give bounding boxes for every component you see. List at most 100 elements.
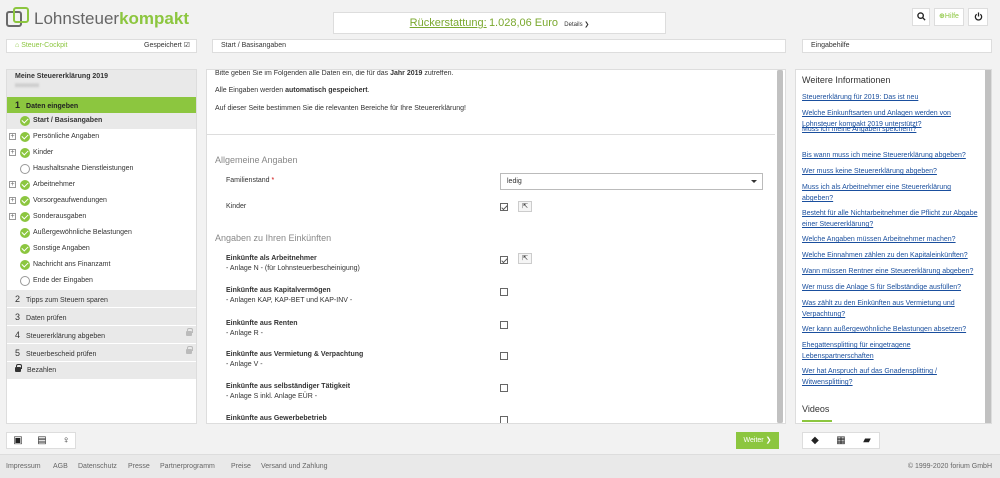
step-1-daten-eingeben[interactable]: 1 Daten eingeben [7, 97, 196, 113]
income-checkbox[interactable] [500, 352, 508, 360]
help-link[interactable]: Steuererklärung für 2019: Das ist neu [802, 92, 978, 103]
footer-link[interactable]: Datenschutz [78, 463, 117, 470]
logo-text-part1: Lohnsteuer [34, 9, 120, 28]
logo[interactable]: Lohnsteuerkompakt [6, 7, 189, 31]
search-button[interactable] [912, 8, 930, 26]
footer-link[interactable]: AGB [53, 463, 68, 470]
income-checkbox[interactable] [500, 256, 508, 264]
calculator-icon[interactable]: ▦ [834, 435, 848, 447]
sidebar-subitem[interactable]: Nachricht ans Finanzamt [7, 257, 196, 273]
sidebar-subitem[interactable]: Ende der Eingaben [7, 273, 196, 289]
monitor-icon[interactable]: ▣ [11, 435, 25, 447]
empty-circle-icon [20, 276, 30, 286]
expand-icon[interactable]: + [9, 181, 16, 188]
logo-text-part2: kompakt [119, 9, 189, 28]
sidebar-step[interactable]: 4 Steuererklärung abgeben [7, 325, 196, 343]
sidebar-subitem[interactable]: Außergewöhnliche Belastungen [7, 225, 196, 241]
share-kinder-button[interactable]: ⇱ [518, 201, 532, 212]
sidebar-subitem[interactable]: + Persönliche Angaben [7, 129, 196, 145]
help-link[interactable]: Welche Angaben müssen Arbeitnehmer mache… [802, 234, 978, 245]
income-checkbox[interactable] [500, 384, 508, 392]
sidebar-subitem-label: Sonderausgaben [33, 213, 87, 220]
power-icon [974, 12, 982, 21]
footer-link[interactable]: Preise [231, 463, 251, 470]
main-scrollbar-thumb[interactable] [777, 70, 783, 423]
expand-icon[interactable]: + [9, 149, 16, 156]
expand-icon[interactable]: + [9, 213, 16, 220]
income-checkbox[interactable] [500, 416, 508, 423]
income-checkbox[interactable] [500, 288, 508, 296]
sidebar-subitem[interactable]: + Vorsorgeaufwendungen [7, 193, 196, 209]
help-link[interactable]: Muss ich als Arbeitnehmer eine Steuererk… [802, 182, 978, 204]
videos-underline [802, 420, 832, 422]
refund-value: 1.028,06 Euro [488, 17, 559, 29]
share-income-button[interactable]: ⇱ [518, 253, 532, 264]
lightbulb-icon[interactable]: ♀ [59, 435, 73, 447]
sidebar-subitem[interactable]: + Sonderausgaben [7, 209, 196, 225]
help-toolbar: ◆ ▦ ▰ [802, 432, 880, 449]
main-content: Bitte geben Sie im Folgenden alle Daten … [206, 69, 786, 424]
help-link[interactable]: Besteht für alle Nichtarbeitnehmer die P… [802, 208, 978, 230]
expand-icon[interactable]: + [9, 197, 16, 204]
check-circle-icon [20, 148, 30, 158]
weiter-button[interactable]: Weiter ❯ [736, 432, 779, 449]
refund-label[interactable]: Rückerstattung: [410, 17, 487, 29]
main-scrollbar[interactable] [777, 70, 783, 423]
videos-heading: Videos [802, 404, 830, 414]
footer: Impressum AGB Datenschutz Presse Partnerprog… [0, 454, 1000, 478]
sidebar-subitem-label: Haushaltsnahe Dienstleistungen [33, 165, 134, 172]
footer-link[interactable]: Partnerprogramm [160, 463, 215, 470]
help-link[interactable]: Muss ich meine Angaben speichern? [802, 124, 978, 135]
help-link[interactable]: Bis wann muss ich meine Steuererklärung … [802, 150, 978, 161]
sidebar-subitem[interactable]: + Kinder [7, 145, 196, 161]
sidebar-subitem[interactable]: Start / Basisangaben [7, 113, 196, 129]
sidebar-step[interactable]: 5 Steuerbescheid prüfen [7, 343, 196, 361]
help-scrollbar[interactable] [985, 70, 991, 423]
sidebar-subitem-label: Vorsorgeaufwendungen [33, 197, 107, 204]
help-link[interactable]: Ehegattensplitting für eingetragene Lebe… [802, 340, 978, 362]
lock-icon [186, 346, 193, 354]
sidebar-step[interactable]: 2 Tipps zum Steuern sparen [7, 289, 196, 307]
help-link[interactable]: Wer muss die Anlage S für Selbständige a… [802, 282, 978, 293]
details-link[interactable]: Details ❯ [564, 22, 589, 28]
breadcrumb: Start / Basisangaben [212, 39, 786, 53]
income-title: Einkünfte als Arbeitnehmer [226, 255, 317, 262]
check-circle-icon [20, 212, 30, 222]
help-button[interactable]: ⊕Hilfe [934, 8, 964, 26]
pay-item[interactable]: Bezahlen [7, 361, 196, 379]
expand-icon[interactable]: + [9, 133, 16, 140]
book-icon[interactable]: ▰ [860, 435, 874, 447]
help-link[interactable]: Was zählt zu den Einkünften aus Vermietu… [802, 298, 978, 320]
income-checkbox[interactable] [500, 321, 508, 329]
help-link[interactable]: Wer muss keine Steuererklärung abgeben? [802, 166, 978, 177]
sidebar-subitem[interactable]: Haushaltsnahe Dienstleistungen [7, 161, 196, 177]
kinder-checkbox[interactable] [500, 203, 508, 211]
help-link[interactable]: Wann müssen Rentner eine Steuererklärung… [802, 266, 978, 277]
refund-box[interactable]: Rückerstattung: 1.028,06 Euro Details ❯ [333, 12, 666, 34]
footer-link[interactable]: Presse [128, 463, 150, 470]
sidebar-subitem[interactable]: + Arbeitnehmer [7, 177, 196, 193]
copyright: © 1999-2020 forium GmbH [907, 463, 992, 470]
help-scrollbar-thumb[interactable] [985, 70, 991, 423]
sidebar-subitem[interactable]: Sonstige Angaben [7, 241, 196, 257]
check-circle-icon [20, 116, 30, 126]
help-link[interactable]: Welche Einnahmen zählen zu den Kapitalei… [802, 250, 978, 261]
logout-button[interactable] [968, 8, 988, 26]
help-link[interactable]: Wer kann außergewöhnliche Belastungen ab… [802, 324, 978, 335]
help-link[interactable]: Wer hat Anspruch auf das Gnadensplitting… [802, 366, 978, 388]
footer-link[interactable]: Versand und Zahlung [261, 463, 328, 470]
cockpit-title[interactable]: Steuer-Cockpit [21, 42, 67, 49]
share-icon: ⇱ [522, 203, 528, 210]
footer-link[interactable]: Impressum [6, 463, 41, 470]
familienstand-select[interactable]: ledig [500, 173, 763, 190]
sidebar: Meine Steuererklärung 2019 xxxxxxxx 1 Dat… [6, 69, 197, 424]
empty-circle-icon [20, 164, 30, 174]
tag-icon[interactable]: ◆ [808, 435, 822, 447]
caret-down-icon [751, 180, 757, 183]
cockpit-bar: ⌂ Steuer-Cockpit Gespeichert ☑ [6, 39, 197, 53]
sidebar-toolbar: ▣ ▤ ♀ [6, 432, 76, 449]
document-icon[interactable]: ▤ [35, 435, 49, 447]
sidebar-step[interactable]: 3 Daten prüfen [7, 307, 196, 325]
section-general: Allgemeine Angaben [215, 155, 298, 165]
sidebar-subitem-label: Außergewöhnliche Belastungen [33, 229, 132, 236]
